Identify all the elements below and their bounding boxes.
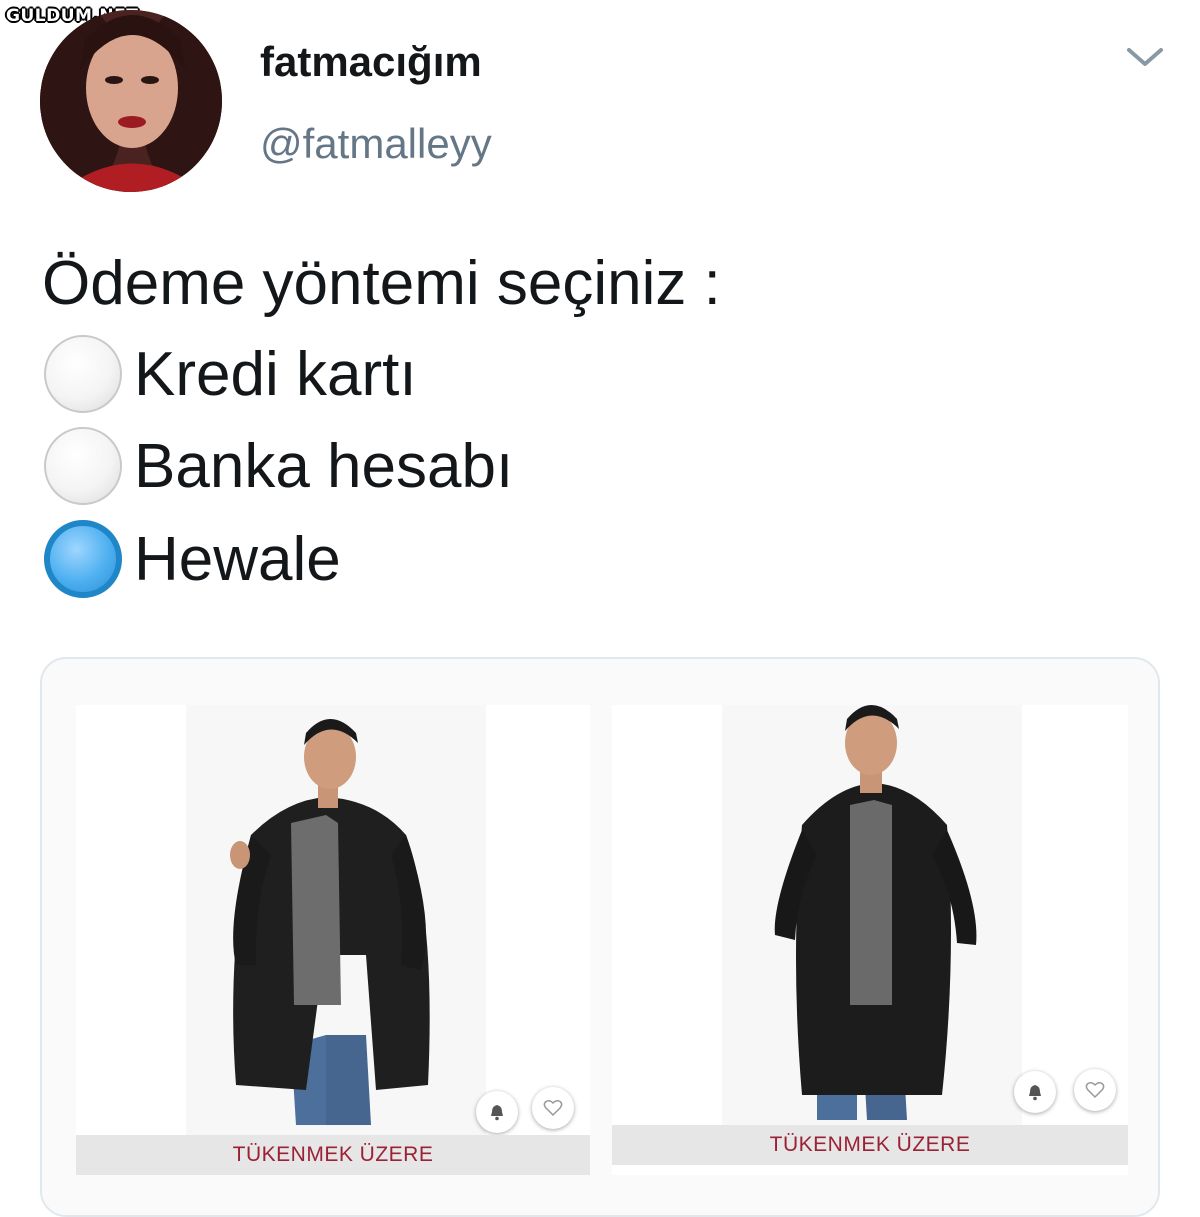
radio-checked-icon xyxy=(44,520,122,598)
bell-button[interactable] xyxy=(1014,1071,1056,1113)
favorite-button[interactable] xyxy=(1074,1069,1116,1111)
bell-icon xyxy=(491,1105,503,1121)
heart-icon xyxy=(543,1100,563,1117)
avatar-photo xyxy=(40,10,222,192)
user-handle[interactable]: @fatmalleyy xyxy=(260,120,492,168)
heart-icon xyxy=(1085,1082,1105,1099)
stock-status-label: TÜKENMEK ÜZERE xyxy=(612,1125,1128,1165)
favorite-button[interactable] xyxy=(532,1087,574,1129)
bell-icon xyxy=(1029,1085,1041,1101)
option-hewale: Hewale xyxy=(44,518,341,600)
chevron-down-icon[interactable] xyxy=(1125,42,1165,72)
avatar[interactable] xyxy=(40,10,222,192)
radio-unchecked-icon xyxy=(44,335,122,413)
bell-button[interactable] xyxy=(476,1091,518,1133)
option-label: Kredi kartı xyxy=(134,339,417,409)
option-label: Banka hesabı xyxy=(134,431,514,501)
tweet-prompt: Ödeme yöntemi seçiniz : xyxy=(42,249,721,318)
option-kredi-karti: Kredi kartı xyxy=(44,333,417,415)
product-card[interactable]: TÜKENMEK ÜZERE xyxy=(612,705,1128,1175)
product-photo xyxy=(612,705,1128,1125)
radio-unchecked-icon xyxy=(44,427,122,505)
display-name[interactable]: fatmacığım xyxy=(260,38,482,86)
product-card[interactable]: TÜKENMEK ÜZERE xyxy=(76,705,590,1175)
stock-status-label: TÜKENMEK ÜZERE xyxy=(76,1135,590,1175)
product-photo xyxy=(76,705,590,1135)
option-banka-hesabi: Banka hesabı xyxy=(44,425,513,507)
tweet-media[interactable]: TÜKENMEK ÜZERE TÜKENMEK ÜZERE xyxy=(40,657,1160,1217)
option-label: Hewale xyxy=(134,524,341,594)
